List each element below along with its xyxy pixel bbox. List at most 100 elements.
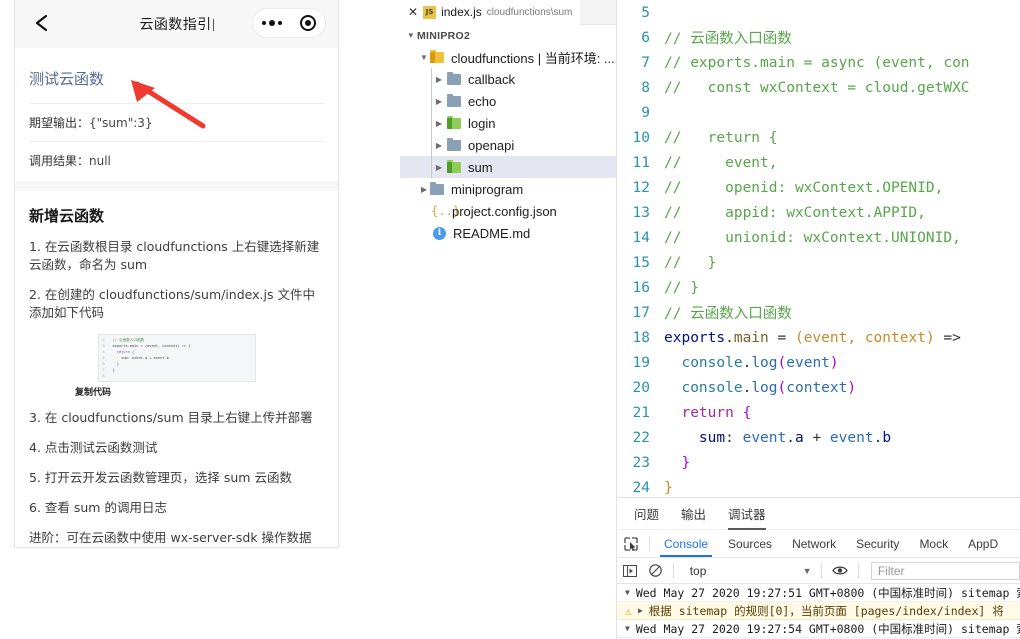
devtools-panel-tabs: 问题 输出 调试器: [617, 498, 1020, 530]
copy-code-button[interactable]: 复制代码: [73, 388, 113, 399]
test-cloudfunction-link[interactable]: 测试云函数: [29, 62, 324, 103]
tree-item-login[interactable]: ▶ login: [400, 112, 616, 134]
console-log-row[interactable]: ▼ Wed May 27 2020 19:27:51 GMT+0800 (中国标…: [617, 584, 1020, 602]
tree-root-label: MINIPRO2: [417, 29, 471, 42]
tab-debugger[interactable]: 调试器: [728, 498, 766, 530]
app-root: 云函数指引 测试云函数 期望输出：{"sum":3} 调用结果：null 新增云…: [0, 0, 1020, 639]
guide-card: 新增云函数 1. 在云函数根目录 cloudfunctions 上右键选择新建云…: [15, 191, 338, 547]
chevron-right-icon[interactable]: ▶: [433, 119, 445, 128]
line-content: // unionid: wxContext.UNIONID,: [664, 229, 961, 246]
line-content: sum: event.a + event.b: [698, 429, 892, 446]
folder-blue-icon: [430, 182, 446, 196]
tree-item-echo[interactable]: ▶ echo: [400, 90, 616, 112]
tree-item-readme-md[interactable]: i README.md: [400, 222, 616, 244]
close-icon[interactable]: ✕: [408, 6, 418, 18]
expand-triangle-icon[interactable]: ▼: [625, 588, 630, 597]
chevron-right-icon[interactable]: ▶: [433, 163, 445, 172]
guide-step-1: 1. 在云函数根目录 cloudfunctions 上右键选择新建云函数，命名为…: [29, 239, 320, 272]
markdown-info-icon: i: [433, 226, 446, 240]
code-editor[interactable]: 5 6 // 云函数入口函数 7 // exports.main = async (…: [617, 0, 1020, 497]
code-line: 10 // return {: [617, 125, 1020, 150]
line-content: }: [681, 454, 691, 471]
console-filter-input[interactable]: Filter: [870, 561, 1020, 580]
chevron-right-icon[interactable]: ▶: [418, 185, 430, 194]
tree-item-cloudfunctions[interactable]: ▼ cloudfunctions | 当前环境: ...: [400, 46, 616, 68]
tab-security[interactable]: Security: [846, 532, 909, 556]
code-line: 6 // 云函数入口函数: [617, 25, 1020, 50]
code-line: 13 // appid: wxContext.APPID,: [617, 200, 1020, 225]
guide-step-2: 2. 在创建的 cloudfunctions/sum/index.js 文件中添…: [29, 287, 315, 320]
guide-step-4: 4. 点击测试云函数测试: [29, 440, 158, 455]
chevron-right-icon[interactable]: ▶: [433, 141, 445, 150]
line-content: // return {: [664, 129, 778, 146]
tree-item-label: callback: [468, 71, 515, 87]
line-content: return {: [681, 404, 752, 421]
console-log-text: Wed May 27 2020 19:27:51 GMT+0800 (中国标准时…: [635, 585, 1020, 600]
target-circle-icon[interactable]: [300, 15, 316, 31]
tree-item-label: README.md: [453, 225, 531, 241]
editor-tab-index-js[interactable]: ✕ JS index.js cloudfunctions\sum: [400, 0, 581, 25]
inspect-element-icon[interactable]: [617, 536, 645, 551]
test-cloudfunction-card: 测试云函数 期望输出：{"sum":3} 调用结果：null: [15, 48, 338, 181]
line-number: 17: [632, 304, 650, 321]
tab-mock[interactable]: Mock: [909, 532, 958, 556]
code-snippet-image: 2 3 4 5 6 7 8 // 云函数入口函数 exports.main = …: [97, 334, 256, 382]
line-content: exports.main = (event, context) =>: [664, 329, 961, 346]
expected-output-row: 期望输出：{"sum":3}: [29, 103, 324, 141]
tab-network[interactable]: Network: [782, 532, 846, 556]
file-explorer-panel: ✕ JS index.js cloudfunctions\sum ▼ MINIP…: [400, 0, 617, 639]
call-result-label: 调用结果：: [29, 154, 90, 168]
line-number: 6: [641, 29, 650, 46]
guide-step-5: 5. 打开云开发云函数管理页，选择 sum 云函数: [29, 470, 292, 485]
tree-item-label: openapi: [468, 137, 515, 153]
code-line: 15 // }: [617, 250, 1020, 275]
code-line: 19 console.log(event): [617, 350, 1020, 375]
expand-triangle-icon[interactable]: ▼: [625, 624, 630, 633]
code-line: 17 // 云函数入口函数: [617, 300, 1020, 325]
chevron-right-icon[interactable]: ▶: [433, 75, 445, 84]
clear-console-icon[interactable]: [645, 564, 667, 577]
folder-green-icon: [447, 160, 463, 174]
live-expression-eye-icon[interactable]: [828, 565, 852, 576]
tab-problems[interactable]: 问题: [634, 498, 659, 530]
tab-appdata[interactable]: AppD: [958, 532, 1008, 556]
tree-item-sum[interactable]: ▶ sum: [400, 156, 616, 178]
tree-item-callback[interactable]: ▶ callback: [400, 68, 616, 90]
tab-sources[interactable]: Sources: [718, 532, 782, 556]
tree-item-miniprogram[interactable]: ▶ miniprogram: [400, 178, 616, 200]
chevron-down-icon[interactable]: ▼: [799, 566, 815, 576]
more-dots-icon[interactable]: [262, 20, 282, 26]
code-line: 20 console.log(context): [617, 375, 1020, 400]
debugger-tabs: Console Sources Network Security Mock Ap…: [617, 530, 1020, 558]
tree-item-openapi[interactable]: ▶ openapi: [400, 134, 616, 156]
tab-console[interactable]: Console: [654, 532, 718, 557]
chevron-down-icon[interactable]: ▼: [405, 31, 417, 40]
snippet-num: 6: [102, 362, 105, 366]
console-log-text: Wed May 27 2020 19:27:54 GMT+0800 (中国标准时…: [635, 621, 1020, 636]
console-context-select[interactable]: top: [680, 564, 797, 578]
chevron-right-icon[interactable]: ▶: [433, 97, 445, 106]
console-warning-row[interactable]: ⚠ ▶ 根据 sitemap 的规则[0]，当前页面 [pages/index/…: [617, 602, 1020, 620]
console-warning-text: 根据 sitemap 的规则[0]，当前页面 [pages/index/inde…: [648, 603, 1004, 618]
code-line: 24 }: [617, 475, 1020, 497]
console-log-row[interactable]: ▼ Wed May 27 2020 19:27:54 GMT+0800 (中国标…: [617, 620, 1020, 638]
code-line: 21 return {: [617, 400, 1020, 425]
folder-yellow-icon: [430, 50, 446, 64]
tab-output[interactable]: 输出: [681, 498, 706, 530]
line-content: // 云函数入口函数: [664, 306, 792, 322]
tree-root-miniprog2[interactable]: ▼ MINIPRO2: [400, 25, 616, 46]
capsule-menu[interactable]: [252, 8, 326, 38]
line-number: 24: [632, 479, 650, 496]
console-sidebar-icon[interactable]: [617, 564, 643, 577]
expand-triangle-icon[interactable]: ▶: [638, 606, 643, 615]
snippet-num: 5: [102, 356, 105, 360]
line-content: // exports.main = async (event, con: [664, 54, 970, 71]
chevron-down-icon[interactable]: ▼: [418, 53, 430, 62]
devtools-panel: 问题 输出 调试器 Console Sources Network Securi…: [617, 497, 1020, 639]
snippet-line: }: [112, 368, 115, 372]
line-number: 19: [632, 354, 650, 371]
tree-item-project-config-json[interactable]: {..} project.config.json: [400, 200, 616, 222]
call-result-value: null: [89, 154, 111, 168]
snippet-num: 8: [102, 374, 105, 378]
line-number: 10: [632, 129, 650, 146]
